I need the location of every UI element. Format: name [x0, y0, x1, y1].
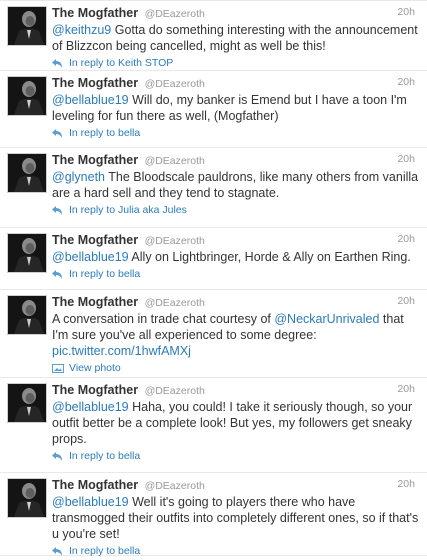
- tweet[interactable]: The Mogfather @DEazeroth 20h @bellablue1…: [0, 473, 427, 558]
- tweet-text: @bellablue19 Ally on Lightbringer, Horde…: [52, 249, 419, 265]
- reply-arrow-icon: [52, 205, 63, 215]
- tweet-body: The Bloodscale pauldrons, like many othe…: [52, 170, 419, 200]
- avatar[interactable]: [7, 383, 47, 423]
- avatar[interactable]: [7, 76, 47, 116]
- author-name[interactable]: The Mogfather: [52, 233, 138, 247]
- in-reply-to-label: In reply to Keith STOP: [69, 57, 174, 69]
- author-name[interactable]: The Mogfather: [52, 295, 138, 309]
- author-handle[interactable]: @DEazeroth: [145, 480, 205, 492]
- author-name[interactable]: The Mogfather: [52, 76, 138, 90]
- tweet[interactable]: The Mogfather @DEazeroth 20h @bellablue1…: [0, 228, 427, 290]
- timestamp[interactable]: 20h: [397, 75, 415, 90]
- in-reply-to-label: In reply to Julia aka Jules: [69, 204, 187, 216]
- mention-link[interactable]: @bellablue19: [52, 495, 129, 509]
- view-photo-link[interactable]: View photo: [52, 362, 419, 375]
- in-reply-to-link[interactable]: In reply to bella: [52, 450, 419, 463]
- view-photo-label: View photo: [69, 362, 121, 374]
- mention-link[interactable]: @bellablue19: [52, 93, 129, 107]
- tweet-text: @bellablue19 Well it's going to players …: [52, 494, 419, 542]
- timestamp[interactable]: 20h: [397, 382, 415, 397]
- author-handle[interactable]: @DEazeroth: [145, 155, 205, 167]
- in-reply-to-link[interactable]: In reply to bella: [52, 127, 419, 140]
- tweet-text: @keithzu9 Gotta do something interesting…: [52, 22, 419, 54]
- timestamp[interactable]: 20h: [397, 5, 415, 20]
- tweet-text: A conversation in trade chat courtesy of…: [52, 311, 419, 359]
- tweet-body: A conversation in trade chat courtesy of: [52, 312, 275, 326]
- tweet[interactable]: The Mogfather @DEazeroth 20h @bellablue1…: [0, 71, 427, 148]
- timestamp[interactable]: 20h: [397, 152, 415, 167]
- timestamp[interactable]: 20h: [397, 232, 415, 247]
- avatar[interactable]: [7, 233, 47, 273]
- in-reply-to-link[interactable]: In reply to Keith STOP: [52, 57, 419, 70]
- mention-link[interactable]: @NeckarUnrivaled: [274, 312, 379, 326]
- mention-link[interactable]: @bellablue19: [52, 250, 129, 264]
- avatar[interactable]: [7, 295, 47, 335]
- mention-link[interactable]: @keithzu9: [52, 23, 111, 37]
- tweet-text: @bellablue19 Haha, you could! I take it …: [52, 399, 419, 447]
- author-handle[interactable]: @DEazeroth: [145, 385, 205, 397]
- avatar[interactable]: [7, 478, 47, 518]
- avatar[interactable]: [7, 6, 47, 46]
- tweet-feed: The Mogfather @DEazeroth 20h @keithzu9 G…: [0, 0, 427, 558]
- in-reply-to-label: In reply to bella: [69, 450, 141, 462]
- in-reply-to-label: In reply to bella: [69, 268, 141, 280]
- author-handle[interactable]: @DEazeroth: [145, 78, 205, 90]
- author-name[interactable]: The Mogfather: [52, 6, 138, 20]
- author-handle[interactable]: @DEazeroth: [145, 8, 205, 20]
- tweet-text: @glyneth The Bloodscale pauldrons, like …: [52, 169, 419, 201]
- tweet-body: Ally on Lightbringer, Horde & Ally on Ea…: [128, 250, 411, 264]
- reply-arrow-icon: [52, 58, 63, 68]
- in-reply-to-link[interactable]: In reply to bella: [52, 268, 419, 281]
- tweet[interactable]: The Mogfather @DEazeroth 20h A conversat…: [0, 290, 427, 378]
- reply-arrow-icon: [52, 451, 63, 461]
- author-handle[interactable]: @DEazeroth: [145, 235, 205, 247]
- tweet[interactable]: The Mogfather @DEazeroth 20h @keithzu9 G…: [0, 1, 427, 71]
- mention-link[interactable]: @glyneth: [52, 170, 105, 184]
- in-reply-to-label: In reply to bella: [69, 127, 141, 139]
- photo-icon: [52, 363, 64, 373]
- author-handle[interactable]: @DEazeroth: [145, 297, 205, 309]
- in-reply-to-link[interactable]: In reply to bella: [52, 545, 419, 558]
- avatar[interactable]: [7, 153, 47, 193]
- timestamp[interactable]: 20h: [397, 477, 415, 492]
- author-name[interactable]: The Mogfather: [52, 478, 138, 492]
- reply-arrow-icon: [52, 546, 63, 556]
- in-reply-to-label: In reply to bella: [69, 545, 141, 557]
- mention-link[interactable]: @bellablue19: [52, 400, 129, 414]
- reply-arrow-icon: [52, 269, 63, 279]
- tweet-text: @bellablue19 Will do, my banker is Emend…: [52, 92, 419, 124]
- timestamp[interactable]: 20h: [397, 294, 415, 309]
- reply-arrow-icon: [52, 128, 63, 138]
- in-reply-to-link[interactable]: In reply to Julia aka Jules: [52, 204, 419, 217]
- photo-link[interactable]: pic.twitter.com/1hwfAMXj: [52, 344, 191, 358]
- author-name[interactable]: The Mogfather: [52, 153, 138, 167]
- author-name[interactable]: The Mogfather: [52, 383, 138, 397]
- tweet[interactable]: The Mogfather @DEazeroth 20h @glyneth Th…: [0, 148, 427, 228]
- tweet[interactable]: The Mogfather @DEazeroth 20h @bellablue1…: [0, 378, 427, 473]
